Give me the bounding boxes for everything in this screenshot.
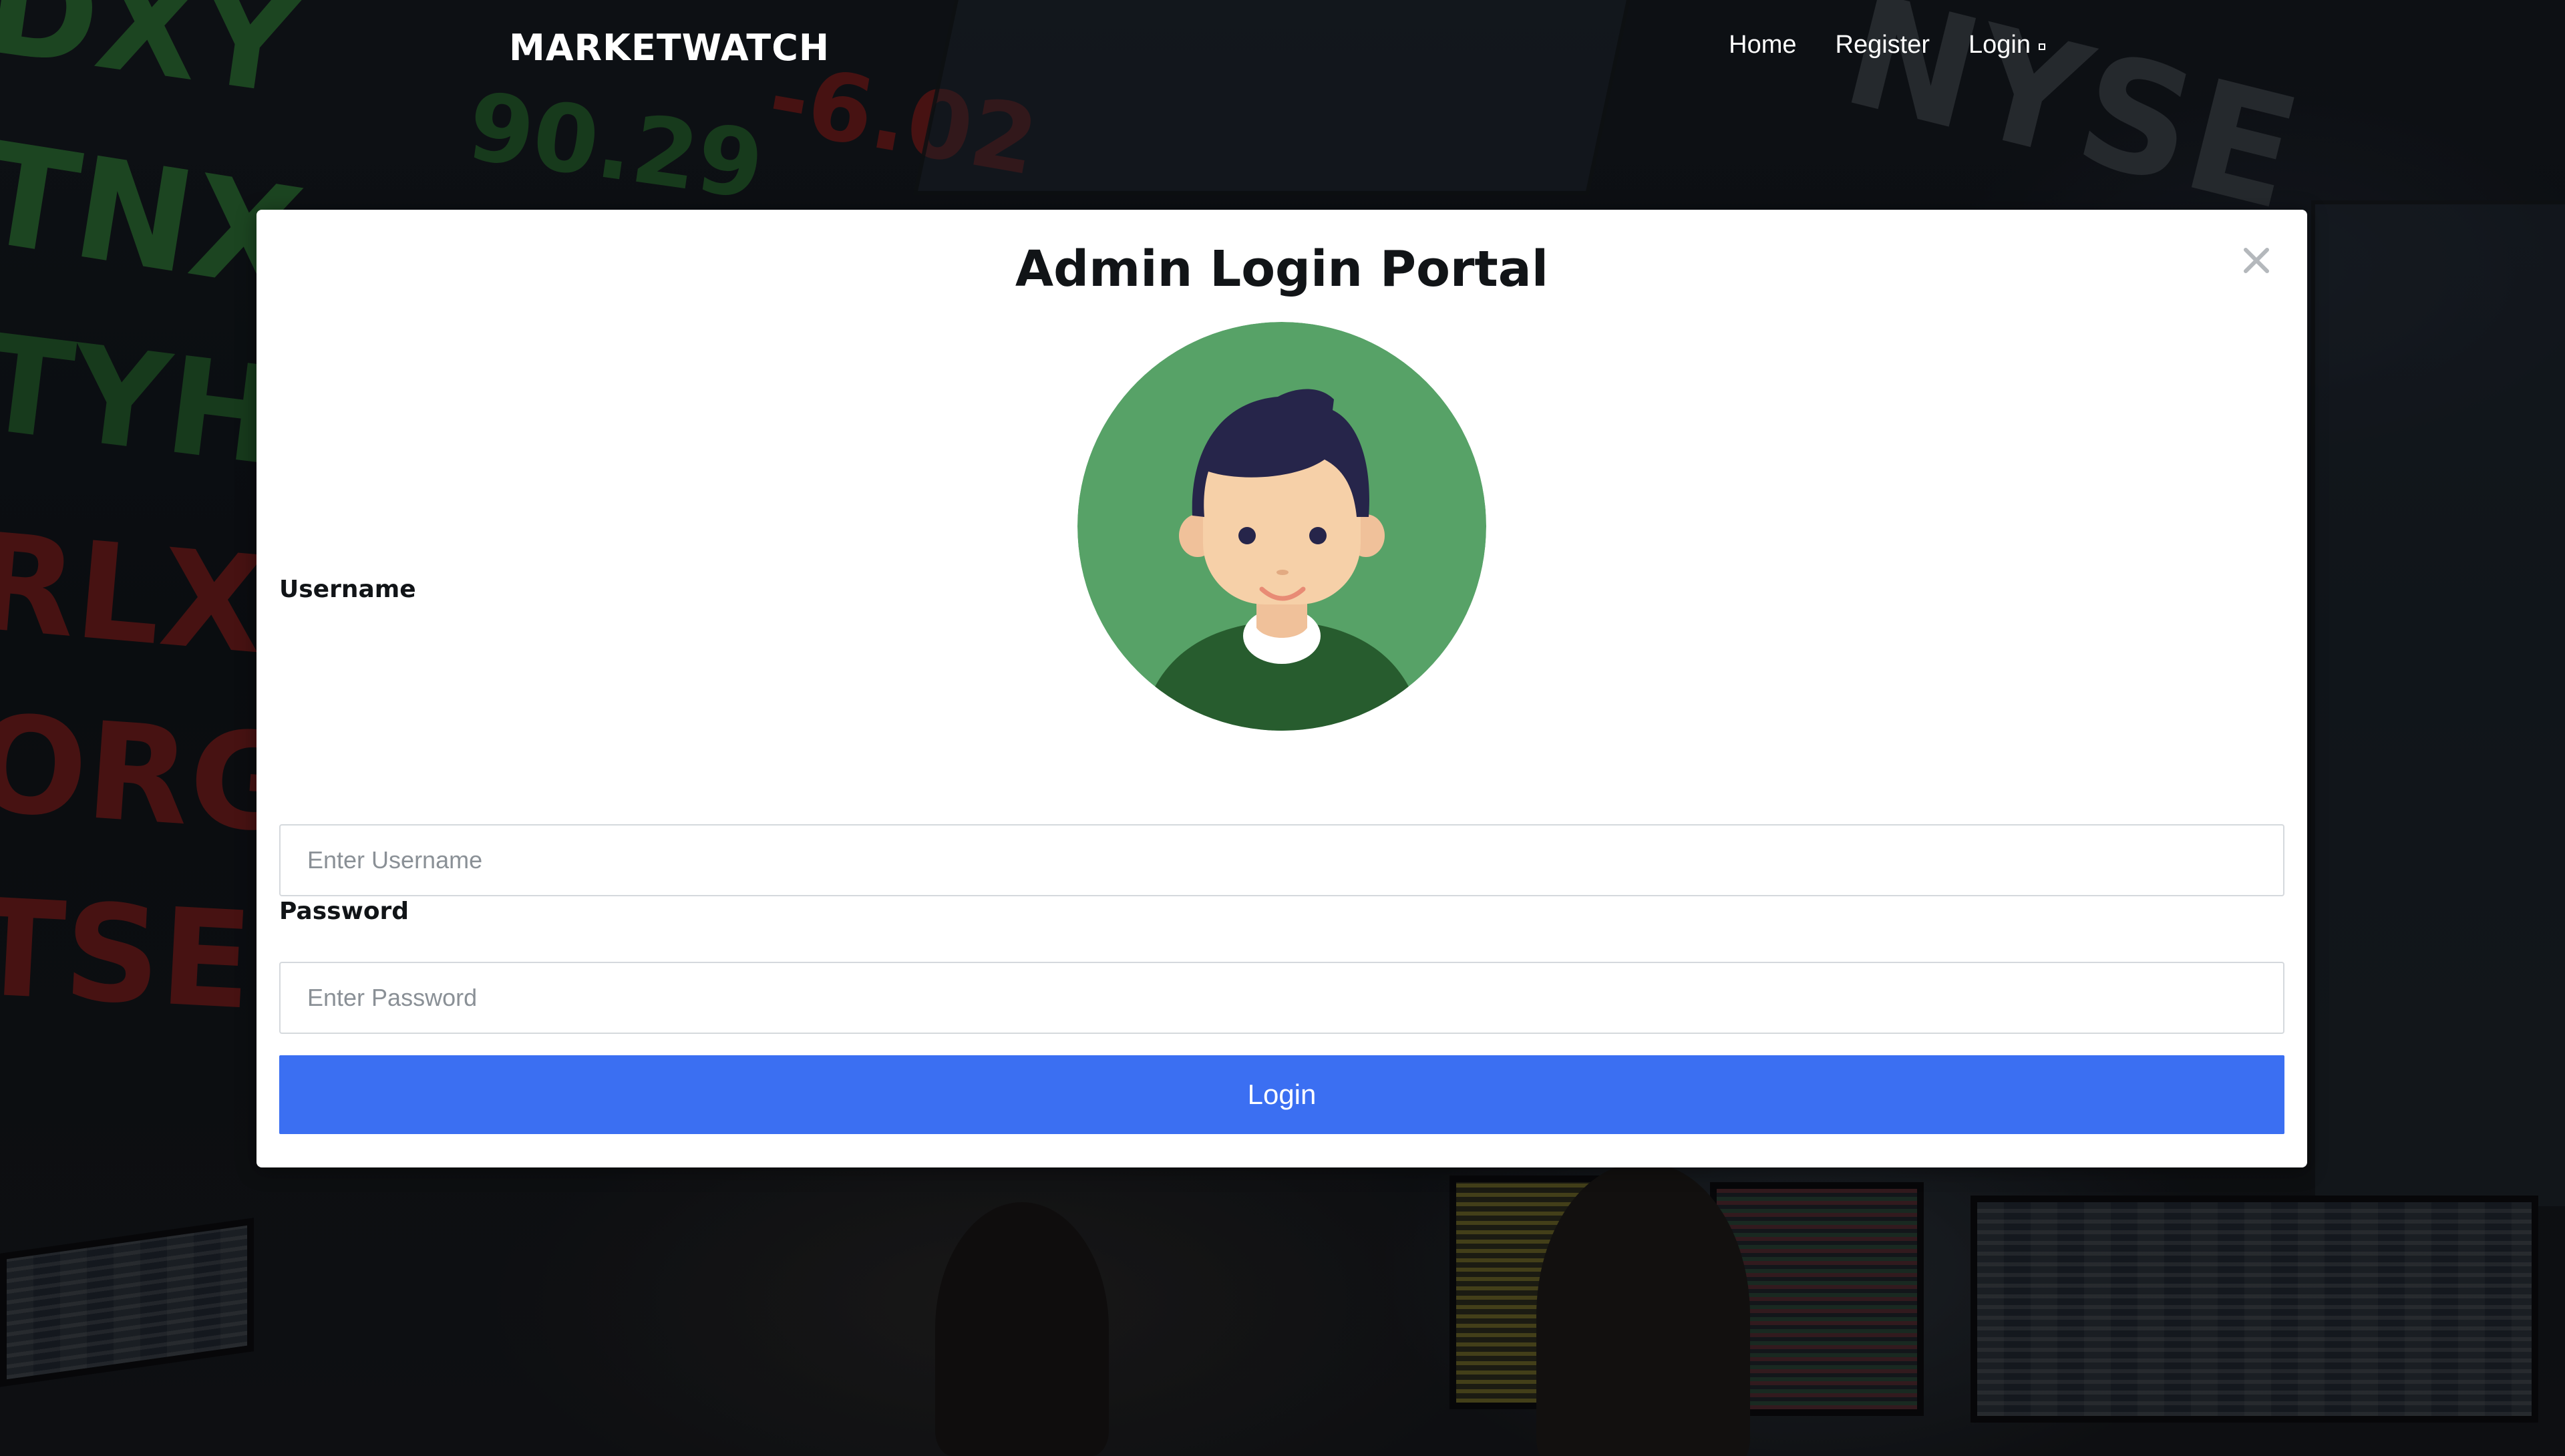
top-nav: Home Register Login (1729, 31, 2045, 59)
password-input[interactable] (279, 962, 2284, 1034)
login-modal: Admin Login Portal Username Enter Userna… (256, 210, 2307, 1167)
nav-login-dropdown[interactable]: Login (1969, 31, 2045, 59)
close-button[interactable] (2243, 247, 2270, 274)
password-label: Password (279, 898, 409, 925)
brand-logo[interactable]: MARKETWATCH (509, 27, 830, 69)
login-button[interactable]: Login (279, 1055, 2284, 1134)
modal-title: Admin Login Portal (1015, 240, 1549, 298)
nav-home-link[interactable]: Home (1729, 31, 1796, 59)
user-avatar-icon (1077, 322, 1486, 731)
nav-register-link[interactable]: Register (1836, 31, 1930, 59)
username-label: Username (279, 576, 416, 603)
close-icon (2244, 248, 2269, 273)
username-input[interactable] (279, 824, 2284, 896)
nav-login-label: Login (1969, 31, 2031, 59)
page: DXY TNX TYH RLX ORG TSE 90.29 -6.02 NYSE… (0, 0, 2565, 1456)
dropdown-caret-icon (2039, 43, 2045, 50)
